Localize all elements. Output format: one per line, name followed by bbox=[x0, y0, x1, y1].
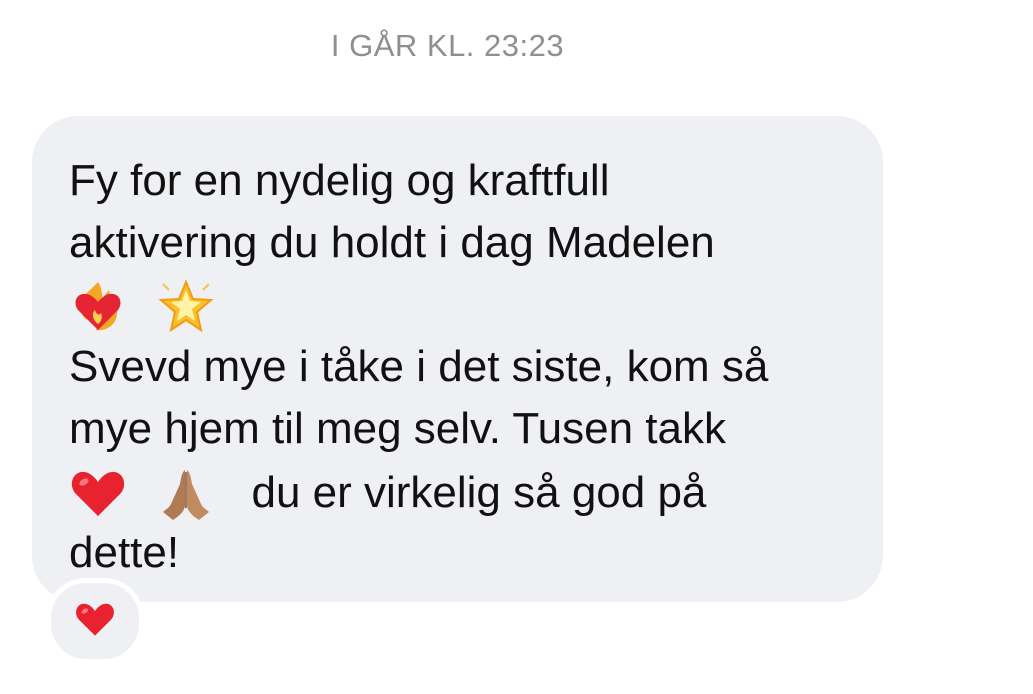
message-line-6-text: du er virkelig så god på bbox=[251, 468, 707, 518]
message-bubble[interactable]: Fy for en nydelig og kraftfull aktiverin… bbox=[32, 116, 883, 602]
red-heart-icon bbox=[69, 466, 127, 520]
folded-hands-icon bbox=[157, 464, 215, 522]
message-line-1: Fy for en nydelig og kraftfull bbox=[69, 156, 610, 205]
message-emoji-row bbox=[69, 274, 863, 336]
message-line-5: mye hjem til meg selv. Tusen takk bbox=[69, 404, 726, 453]
reaction-badge[interactable] bbox=[46, 578, 144, 664]
glowing-star-icon bbox=[157, 278, 215, 336]
heart-on-fire-icon bbox=[69, 278, 127, 336]
timestamp: I GÅR KL. 23:23 bbox=[330, 28, 565, 63]
red-heart-icon bbox=[74, 599, 116, 644]
message-line-2: aktivering du holdt i dag Madelen bbox=[69, 218, 715, 267]
message-line-7: dette! bbox=[69, 528, 180, 577]
message-line-4: Svevd mye i tåke i det siste, kom så bbox=[69, 342, 769, 391]
message-line-6: du er virkelig så god på bbox=[69, 460, 863, 522]
